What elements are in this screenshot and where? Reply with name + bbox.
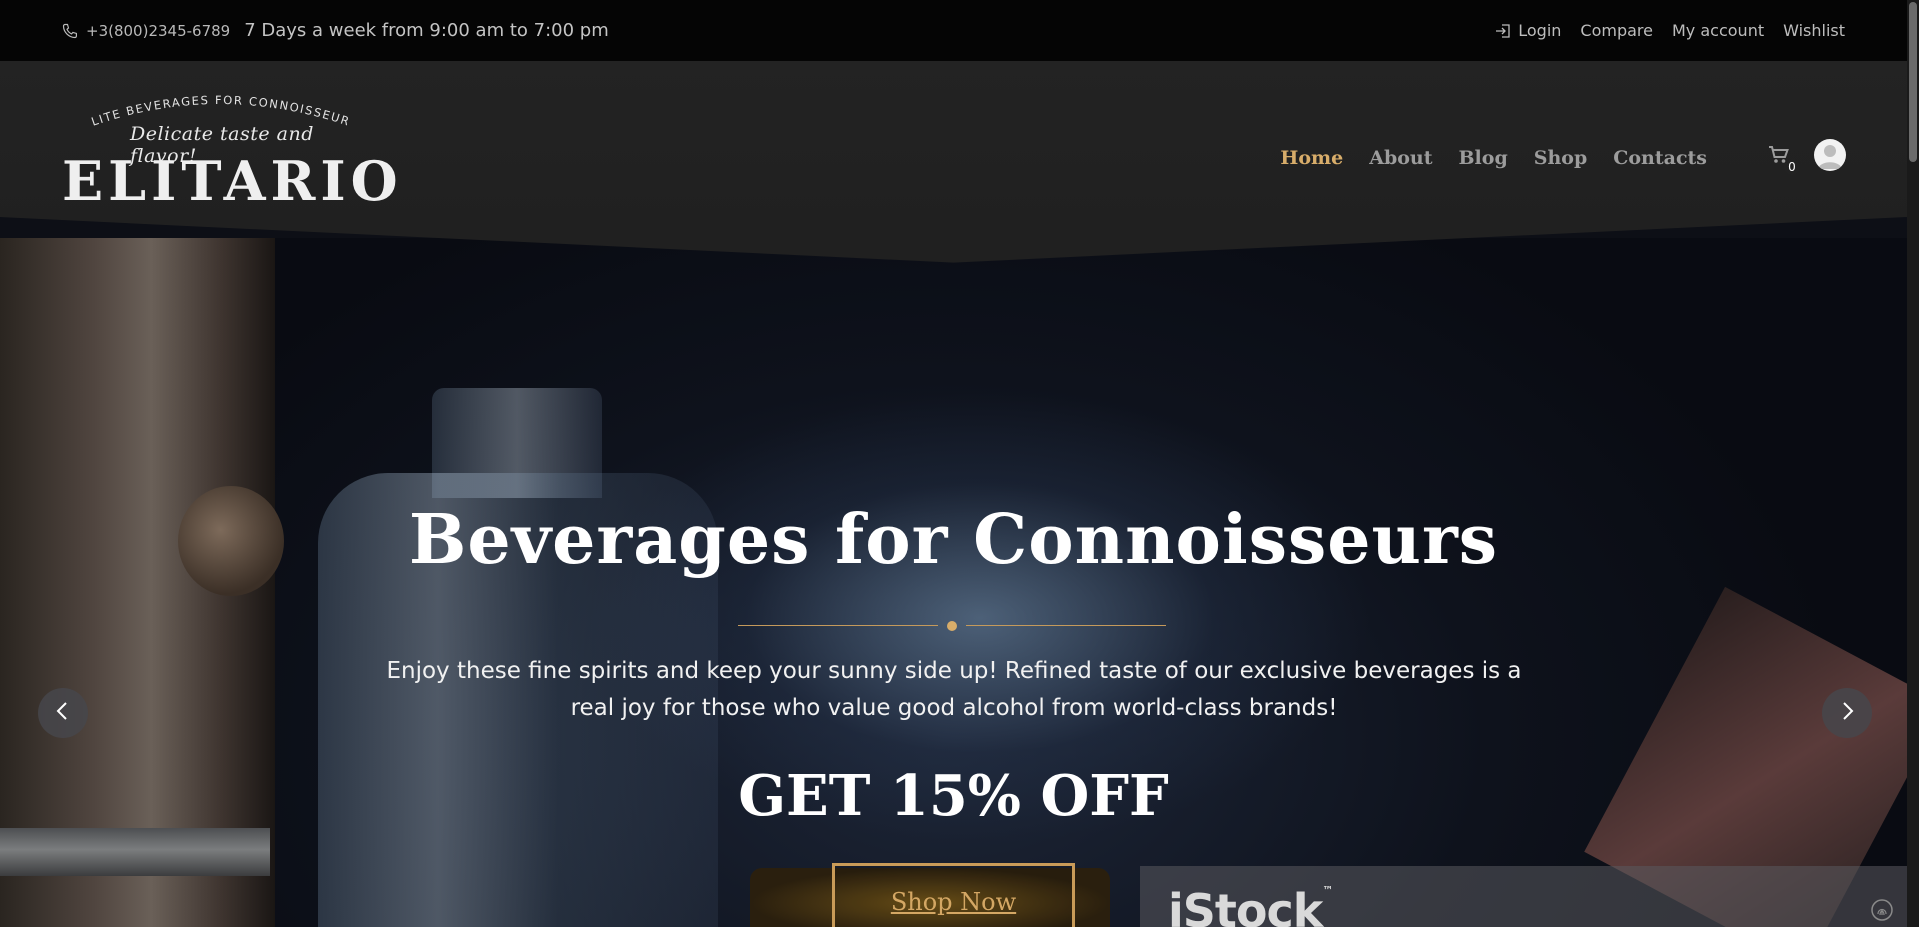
compare-link[interactable]: Compare: [1580, 21, 1653, 40]
fingerprint-icon[interactable]: [1870, 898, 1894, 922]
istock-watermark: iStock™: [1140, 866, 1907, 927]
nav-about[interactable]: About: [1369, 147, 1432, 169]
slider-next-button[interactable]: [1822, 688, 1872, 738]
slider-prev-button[interactable]: [38, 688, 88, 738]
watermark-tm: ™: [1322, 884, 1333, 897]
chevron-left-icon: [55, 701, 71, 725]
account-links: Login Compare My account Wishlist: [1495, 21, 1845, 40]
business-hours: 7 Days a week from 9:00 am to 7:00 pm: [244, 20, 609, 41]
nav-shop[interactable]: Shop: [1534, 147, 1588, 169]
scrollbar-thumb[interactable]: [1909, 2, 1917, 162]
top-bar: +3(800)2345-6789 7 Days a week from 9:00…: [0, 0, 1907, 61]
phone-text: +3(800)2345-6789: [86, 21, 231, 40]
hero-description: Enjoy these fine spirits and keep your s…: [386, 658, 1522, 721]
nav-home[interactable]: Home: [1280, 147, 1343, 169]
user-avatar-icon[interactable]: [1814, 139, 1846, 171]
chevron-right-icon: [1839, 701, 1855, 725]
cart-count-badge: 0: [1784, 159, 1800, 175]
logo-name: ELITARIO: [62, 149, 403, 213]
barrel-band: [0, 828, 270, 876]
phone-number[interactable]: +3(800)2345-6789: [62, 22, 230, 40]
login-icon: [1495, 23, 1511, 39]
shop-now-button[interactable]: Shop Now: [832, 863, 1075, 927]
phone-icon: [62, 23, 78, 39]
hero-slider: Beverages for Connoisseurs Enjoy these f…: [0, 238, 1907, 927]
watermark-brand: iStock: [1168, 884, 1323, 927]
title-divider: [738, 620, 1166, 632]
watermark-text: iStock™: [1168, 884, 1333, 927]
hero-offer: GET 15% OFF: [738, 763, 1169, 829]
main-nav: Home About Blog Shop Contacts: [1280, 147, 1707, 169]
hero-title: Beverages for Connoisseurs: [408, 500, 1499, 580]
nav-contacts[interactable]: Contacts: [1613, 147, 1707, 169]
contact-info: +3(800)2345-6789 7 Days a week from 9:00…: [62, 20, 609, 41]
nav-blog[interactable]: Blog: [1459, 147, 1508, 169]
my-account-link[interactable]: My account: [1672, 21, 1764, 40]
login-label: Login: [1518, 21, 1562, 40]
wishlist-link[interactable]: Wishlist: [1783, 21, 1845, 40]
page-scrollbar[interactable]: [1907, 0, 1919, 927]
login-link[interactable]: Login: [1495, 21, 1561, 40]
cart-button[interactable]: 0: [1768, 145, 1800, 175]
site-logo[interactable]: ELITE BEVERAGES FOR CONNOISSEURS Delicat…: [62, 85, 398, 221]
